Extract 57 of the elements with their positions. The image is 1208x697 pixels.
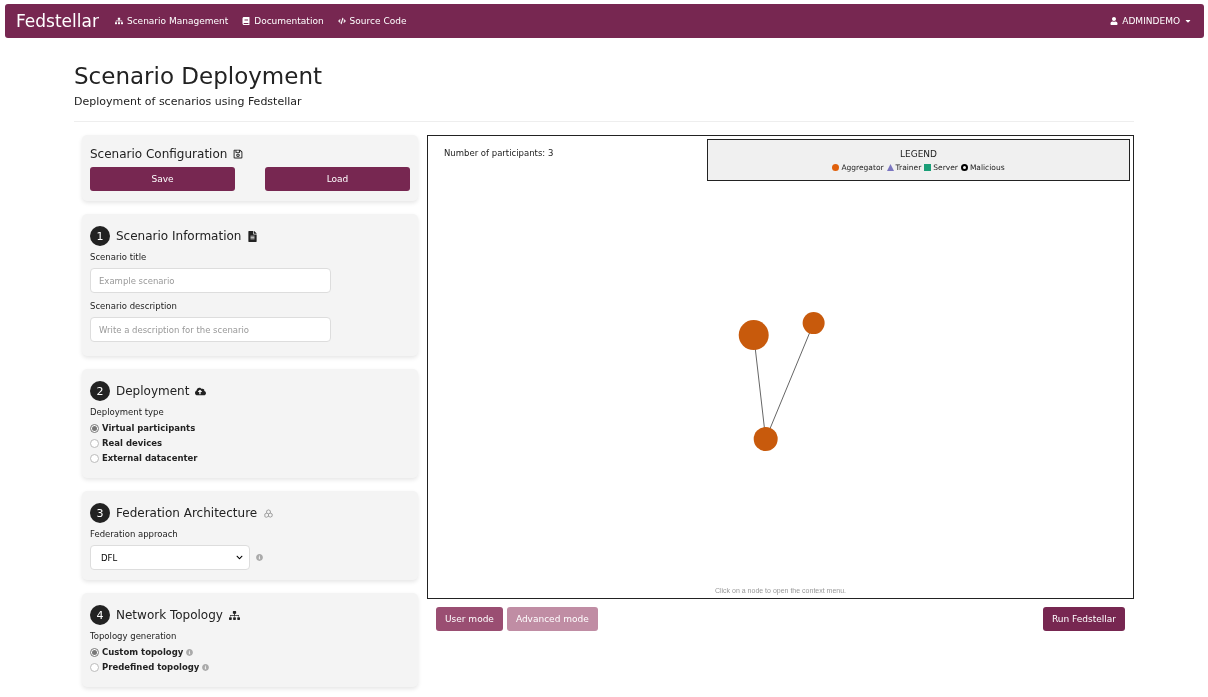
step-number: 4 — [90, 605, 110, 625]
sitemap-icon — [228, 609, 240, 621]
radio-label: Predefined topology — [102, 662, 200, 672]
nav-link[interactable]: Documentation — [242, 16, 324, 26]
save-icon — [233, 149, 244, 159]
graph-node[interactable] — [738, 320, 769, 351]
card-title: Scenario Configuration — [90, 147, 228, 161]
field-label: Federation approach — [90, 529, 179, 539]
mode-button[interactable]: User mode — [436, 607, 503, 631]
config-button[interactable]: Load — [265, 167, 410, 191]
card-title: Federation Architecture — [116, 506, 258, 520]
nav-link[interactable]: Source Code — [337, 16, 407, 26]
radio-label: Virtual participants — [102, 423, 196, 433]
radio-button[interactable] — [90, 647, 99, 657]
chevron-icon — [236, 554, 243, 561]
user-icon — [1110, 17, 1119, 25]
field-label: Topology generation — [90, 631, 178, 641]
cloud-upload-icon — [195, 385, 207, 397]
radio-button[interactable] — [90, 423, 99, 433]
field-label: Scenario title — [90, 252, 148, 262]
hexagons-icon — [263, 507, 275, 519]
step-number: 2 — [90, 381, 110, 401]
book-icon — [242, 17, 251, 25]
radio-button[interactable] — [90, 453, 99, 463]
text-field[interactable]: Write a description for the scenario — [90, 317, 331, 342]
page-subtitle: Deployment of scenarios using Fedstellar — [74, 95, 303, 108]
nav-link[interactable]: Scenario Management — [114, 16, 229, 26]
graph-node[interactable] — [802, 312, 825, 335]
sitemap-icon — [114, 17, 123, 25]
page-title: Scenario Deployment — [74, 63, 323, 89]
document-icon — [247, 230, 259, 242]
config-button[interactable]: Save — [90, 167, 235, 191]
info-icon[interactable] — [202, 663, 210, 671]
user-menu[interactable]: ADMINDEMO — [1110, 16, 1192, 26]
radio-label: Custom topology — [102, 647, 184, 657]
select-field[interactable]: DFL — [90, 545, 250, 570]
brand-name[interactable]: Fedstellar — [16, 11, 99, 31]
legend-title: LEGEND — [900, 149, 937, 159]
caret-icon — [1184, 17, 1192, 25]
info-icon[interactable] — [186, 648, 194, 656]
card-title: Deployment — [116, 384, 190, 398]
info-icon[interactable] — [256, 554, 263, 561]
radio-button[interactable] — [90, 662, 99, 672]
text-field[interactable]: Example scenario — [90, 268, 331, 293]
step-number: 3 — [90, 503, 110, 523]
card-title: Scenario Information — [116, 229, 242, 243]
run-button[interactable]: Run Fedstellar — [1042, 607, 1125, 631]
code-icon — [337, 17, 346, 25]
card-title: Network Topology — [116, 608, 223, 622]
radio-button[interactable] — [90, 438, 99, 448]
participant-count: Number of participants: 3 — [444, 148, 554, 158]
radio-label: External datacenter — [102, 453, 198, 463]
graph-node[interactable] — [753, 427, 778, 452]
radio-label: Real devices — [102, 438, 163, 448]
field-label: Deployment type — [90, 407, 165, 417]
step-number: 1 — [90, 226, 110, 246]
field-label: Scenario description — [90, 301, 178, 311]
